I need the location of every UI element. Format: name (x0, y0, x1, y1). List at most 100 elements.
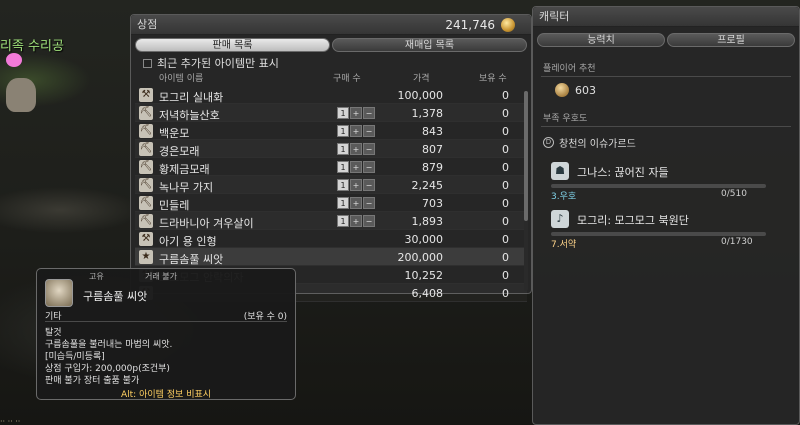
shop-item-row[interactable]: ⛏ 드라바니아 겨우살이 1,893 0 1 + − (135, 212, 527, 230)
desc-line: 판매 불가 장터 출품 불가 (45, 376, 140, 386)
item-name: 민들레 (159, 199, 190, 212)
item-owned: 0 (502, 107, 509, 120)
item-list-scrollbar[interactable] (524, 91, 528, 291)
tribe-name: 그나스: 끊어진 자들 (577, 166, 669, 179)
quantity-value[interactable]: 1 (337, 143, 349, 155)
chat-log-fragment: ·· ·· ·· (0, 417, 21, 425)
decrease-button[interactable]: − (363, 125, 375, 137)
item-owned: 0 (502, 287, 509, 300)
header-owned: 보유 수 (479, 74, 507, 84)
shop-item-row[interactable]: ⛏ 저녁하늘산호 1,378 0 1 + − (135, 104, 527, 122)
tab-sell-list[interactable]: 판매 목록 (135, 38, 330, 52)
npc-balloon (6, 53, 22, 67)
shop-window: 상점 241,746 ✖ 판매 목록 재매입 목록 최근 추가된 아이템만 표시… (130, 14, 550, 302)
desc-line: [미습득/미등록] (45, 352, 105, 362)
recent-filter-checkbox[interactable] (143, 58, 152, 68)
scrollbar-thumb[interactable] (524, 91, 528, 221)
tribe-entry[interactable]: ♪ 모그리: 모그모그 북원단 7.서약 0/1730 (551, 210, 799, 250)
desc-line: 상점 구입가: 200,000p(조건부) (45, 364, 170, 374)
quantity-value[interactable]: 1 (337, 179, 349, 191)
grand-company-line: D 창천의 이슈가르드 (543, 135, 799, 150)
decrease-button[interactable]: − (363, 197, 375, 209)
item-owned: 0 (502, 233, 509, 246)
quantity-stepper[interactable]: 1 + − (337, 215, 375, 227)
increase-button[interactable]: + (350, 215, 362, 227)
increase-button[interactable]: + (350, 179, 362, 191)
shop-titlebar[interactable]: 상점 241,746 ✖ (131, 15, 550, 35)
decrease-button[interactable]: − (363, 215, 375, 227)
item-icon: ⛏ (139, 124, 153, 138)
item-name: 황제금모래 (159, 163, 210, 176)
untradable-badge: 거래 불가 (145, 272, 177, 281)
shop-item-row[interactable]: ⚒ 아기 용 인형 30,000 0 (135, 230, 527, 248)
recent-filter-label: 최근 추가된 아이템만 표시 (157, 57, 279, 70)
expansion-emblem-icon: D (543, 137, 554, 148)
increase-button[interactable]: + (350, 125, 362, 137)
tab-attributes[interactable]: 능력치 (537, 33, 665, 47)
pvp-section-label: 플레이어 추천 (543, 64, 596, 74)
item-tooltip: 고유 거래 불가 구름솜풀 씨앗 기타 (보유 수 0) 탈것 구름솜풀을 불러… (36, 268, 296, 400)
tribe-xp: 0/510 (721, 189, 747, 199)
item-price: 6,408 (411, 287, 444, 300)
tooltip-description: 탈것 구름솜풀을 불러내는 마법의 씨앗. [미습득/미등록] 상점 구입가: … (45, 327, 290, 387)
tab-profile[interactable]: 프로필 (667, 33, 795, 47)
shop-item-row[interactable]: ⚒ 모그리 실내화 100,000 0 (135, 86, 527, 104)
quantity-value[interactable]: 1 (337, 197, 349, 209)
quantity-stepper[interactable]: 1 + − (337, 107, 375, 119)
grand-company-name: 창천의 이슈가르드 (559, 139, 636, 150)
item-owned: 0 (502, 251, 509, 264)
decrease-button[interactable]: − (363, 143, 375, 155)
item-price: 200,000 (397, 251, 444, 264)
shop-item-row[interactable]: ⛏ 민들레 703 0 1 + − (135, 194, 527, 212)
tab-buyback-list[interactable]: 재매입 목록 (332, 38, 527, 52)
shop-item-row[interactable]: ⛏ 경은모래 807 0 1 + − (135, 140, 527, 158)
shop-item-row[interactable]: ⛏ 백운모 843 0 1 + − (135, 122, 527, 140)
increase-button[interactable]: + (350, 107, 362, 119)
recent-filter[interactable]: 최근 추가된 아이템만 표시 (143, 56, 531, 70)
character-tabs: 능력치 프로필 (533, 27, 799, 47)
item-icon: ★ (139, 250, 153, 264)
character-titlebar[interactable]: 캐릭터 (533, 7, 799, 27)
commendation-value: 603 (575, 83, 596, 97)
item-owned: 0 (502, 143, 509, 156)
tribe-name: 모그리: 모그모그 북원단 (577, 214, 689, 227)
increase-button[interactable]: + (350, 143, 362, 155)
item-icon: ⛏ (139, 106, 153, 120)
item-name: 드라바니아 겨우살이 (159, 217, 254, 230)
quantity-stepper[interactable]: 1 + − (337, 125, 375, 137)
gil-coin-icon (501, 18, 515, 32)
item-name: 구름솜풀 씨앗 (159, 253, 224, 266)
tribe-entry[interactable]: ☗ 그나스: 끊어진 자들 3.우호 0/510 (551, 162, 799, 202)
tribe-rank: 3.우호 (551, 192, 577, 202)
npc-nameplate[interactable]: 리족 수리공 (0, 35, 64, 54)
item-price: 703 (422, 197, 443, 210)
decrease-button[interactable]: − (363, 161, 375, 173)
increase-button[interactable]: + (350, 161, 362, 173)
decrease-button[interactable]: − (363, 107, 375, 119)
npc-character[interactable] (6, 78, 36, 112)
unique-badge: 고유 (89, 272, 104, 281)
tooltip-item-name: 구름솜풀 씨앗 (83, 290, 148, 303)
character-title: 캐릭터 (539, 10, 570, 23)
quantity-value[interactable]: 1 (337, 125, 349, 137)
shop-tabs: 판매 목록 재매입 목록 (131, 35, 531, 52)
tribe-reputation-bar (551, 232, 766, 236)
item-price: 100,000 (397, 89, 444, 102)
quantity-value[interactable]: 1 (337, 107, 349, 119)
shop-item-row[interactable]: ⛏ 황제금모래 879 0 1 + − (135, 158, 527, 176)
shop-title: 상점 (137, 18, 158, 31)
increase-button[interactable]: + (350, 197, 362, 209)
item-owned: 0 (502, 215, 509, 228)
item-owned: 0 (502, 161, 509, 174)
shop-item-row[interactable]: ★ 구름솜풀 씨앗 200,000 0 (135, 248, 527, 266)
quantity-stepper[interactable]: 1 + − (337, 161, 375, 173)
quantity-stepper[interactable]: 1 + − (337, 143, 375, 155)
item-price: 30,000 (404, 233, 444, 246)
quantity-stepper[interactable]: 1 + − (337, 179, 375, 191)
quantity-value[interactable]: 1 (337, 161, 349, 173)
decrease-button[interactable]: − (363, 179, 375, 191)
shop-item-row[interactable]: ⛏ 녹나무 가지 2,245 0 1 + − (135, 176, 527, 194)
quantity-stepper[interactable]: 1 + − (337, 197, 375, 209)
quantity-value[interactable]: 1 (337, 215, 349, 227)
header-name: 아이템 이름 (159, 74, 204, 84)
